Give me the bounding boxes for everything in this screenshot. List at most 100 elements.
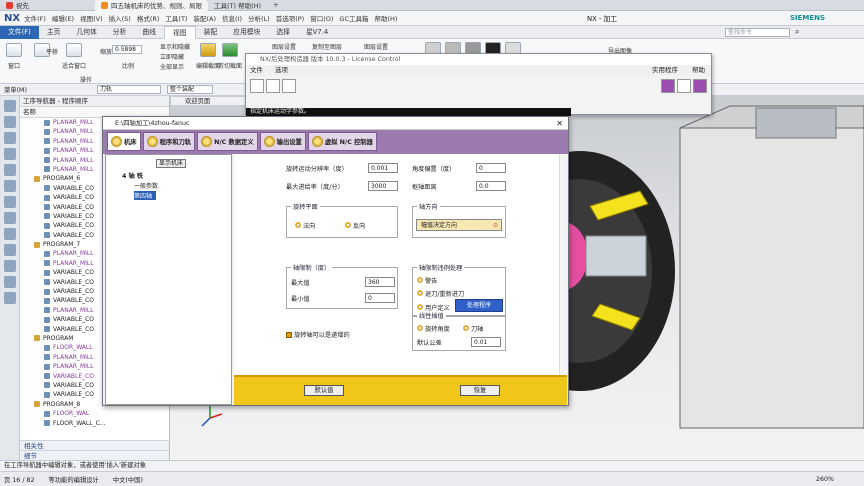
new-tab-button[interactable]: + bbox=[267, 0, 284, 11]
license-menu-help[interactable]: 帮助 bbox=[692, 65, 705, 76]
incremental-checkbox[interactable]: 旋转轴可以是递增的 bbox=[286, 330, 350, 339]
part-icon[interactable] bbox=[4, 116, 16, 128]
ribbon-tab[interactable]: 分析 bbox=[105, 26, 135, 39]
menu-item[interactable]: 装配(A) bbox=[193, 13, 216, 23]
copy-to-layer-button[interactable]: 复制至图层 bbox=[312, 42, 342, 51]
reverse-radio[interactable]: 反向 bbox=[345, 221, 365, 230]
clip-section-icon[interactable] bbox=[222, 43, 238, 57]
ribbon-tab[interactable]: 装配 bbox=[196, 26, 226, 39]
warning-radio[interactable]: 警告 bbox=[417, 276, 437, 285]
ribbon-tab[interactable]: 选择 bbox=[268, 26, 298, 39]
clock-icon[interactable] bbox=[4, 260, 16, 272]
browser-tab[interactable]: 祝先 bbox=[0, 0, 35, 11]
panel-scrollbar[interactable] bbox=[559, 154, 567, 375]
search-icon[interactable]: ⌕ bbox=[795, 27, 799, 37]
menu-item[interactable]: 插入(S) bbox=[109, 13, 131, 23]
limit-min-input[interactable]: 0 bbox=[365, 293, 395, 303]
axis-direction-select[interactable]: 幅值决定方向 ⊙ bbox=[416, 219, 502, 231]
type-filter-select[interactable]: 刀轨 bbox=[96, 85, 161, 94]
ribbon-tab[interactable]: 应用模块 bbox=[225, 26, 268, 39]
menu-item[interactable]: GC工具箱 bbox=[339, 13, 368, 23]
handler-button[interactable]: 处理程序 bbox=[455, 299, 503, 312]
navigator-icon[interactable] bbox=[4, 100, 16, 112]
menu-item[interactable]: 窗口(O) bbox=[310, 13, 333, 23]
assembly-icon[interactable] bbox=[4, 132, 16, 144]
utility-icon[interactable] bbox=[661, 79, 675, 93]
help-icon[interactable] bbox=[677, 79, 691, 93]
palette-icon[interactable] bbox=[4, 276, 16, 288]
ribbon-tab[interactable]: 文件(F) bbox=[0, 25, 39, 39]
ribbon-tab[interactable]: 几何体 bbox=[68, 26, 104, 39]
open-file-icon[interactable] bbox=[266, 79, 280, 93]
scope-select[interactable]: 整个装配 bbox=[166, 85, 213, 94]
library-icon[interactable] bbox=[4, 228, 16, 240]
show-hide-button[interactable]: 显示和隐藏 bbox=[160, 42, 190, 51]
license-menu-file[interactable]: 文件 bbox=[250, 65, 263, 76]
zoom-scale-input[interactable]: 0.5898 bbox=[112, 45, 142, 54]
display-machine-button[interactable]: 显示机床 bbox=[156, 159, 186, 168]
roles-icon[interactable] bbox=[4, 244, 16, 256]
post-tab[interactable]: 程序和刀轨 bbox=[142, 132, 196, 151]
command-search-input[interactable]: 查找命令 bbox=[725, 28, 790, 37]
ribbon-tab[interactable]: 曲线 bbox=[134, 26, 164, 39]
normal-radio[interactable]: 法向 bbox=[295, 221, 315, 230]
navigator-row[interactable]: FLOOR_WAL bbox=[20, 409, 169, 418]
immediate-hide-button[interactable]: 立即隐藏 bbox=[160, 52, 184, 61]
new-file-icon[interactable] bbox=[250, 79, 264, 93]
post-tab[interactable]: 输出设置 bbox=[259, 132, 306, 151]
geometry-icon[interactable] bbox=[4, 180, 16, 192]
angle-offset-input[interactable]: 0 bbox=[476, 163, 506, 173]
ribbon-tab[interactable]: 星V7.4 bbox=[298, 26, 336, 39]
tree-general-params[interactable]: 一般参数 bbox=[134, 181, 231, 190]
method-icon[interactable] bbox=[4, 196, 16, 208]
limit-max-input[interactable]: 360 bbox=[365, 277, 395, 287]
show-all-button[interactable]: 全部显示 bbox=[160, 62, 184, 71]
browser-tab[interactable]: 四五轴机床的优势、规则、局限 bbox=[95, 0, 208, 11]
menu-item[interactable]: 首选项(P) bbox=[276, 13, 305, 23]
tree-root[interactable]: 4 轴 铣 bbox=[122, 171, 231, 180]
details-panel[interactable]: 细节 bbox=[20, 450, 169, 460]
pivot-distance-input[interactable]: 0.0 bbox=[476, 181, 506, 191]
post-tab[interactable]: 虚拟 N/C 控制器 bbox=[307, 132, 377, 151]
manual-icon[interactable] bbox=[693, 79, 707, 93]
rotary-angle-radio[interactable]: 旋转角度 bbox=[417, 324, 450, 333]
ribbon-tab[interactable]: 主页 bbox=[39, 26, 69, 39]
dependencies-panel[interactable]: 相关性 bbox=[20, 440, 169, 450]
edit-section-icon[interactable] bbox=[200, 43, 216, 57]
default-button[interactable]: 默认值 bbox=[304, 385, 344, 396]
zoom-level[interactable]: 260% bbox=[816, 476, 834, 483]
ribbon-tab[interactable]: 视图 bbox=[163, 25, 196, 39]
menu-item[interactable]: 帮助(H) bbox=[374, 13, 397, 23]
license-menu-options[interactable]: 选项 bbox=[275, 65, 288, 76]
menu-item[interactable]: 文件(F) bbox=[24, 13, 46, 23]
web-icon[interactable] bbox=[4, 212, 16, 224]
tree-fourth-axis[interactable]: 第四轴 bbox=[134, 191, 156, 200]
menu-item[interactable]: 分析(L) bbox=[248, 13, 270, 23]
restore-button[interactable]: 恢复 bbox=[460, 385, 500, 396]
window-icon[interactable] bbox=[6, 43, 22, 57]
max-feed-input[interactable]: 3000 bbox=[368, 181, 398, 191]
layer-settings-button[interactable]: 图层设置 bbox=[272, 42, 296, 51]
main-menu-button[interactable]: 菜单(M) bbox=[4, 85, 27, 94]
menu-item[interactable]: 视图(V) bbox=[80, 13, 103, 23]
menu-item[interactable]: 信息(I) bbox=[222, 13, 242, 23]
rotary-resolution-input[interactable]: 0.001 bbox=[368, 163, 398, 173]
tolerance-input[interactable]: 0.01 bbox=[471, 337, 501, 347]
layer-settings-button-2[interactable]: 图层设置 bbox=[364, 42, 388, 51]
tool-axis-radio[interactable]: 刀轴 bbox=[463, 324, 483, 333]
retract-reengage-radio[interactable]: 退刀/重新进刀 bbox=[417, 289, 464, 298]
close-icon[interactable]: ✕ bbox=[556, 117, 563, 130]
license-menu-utilities[interactable]: 实用程序 bbox=[652, 65, 678, 76]
post-tab[interactable]: 机床 bbox=[107, 132, 141, 151]
fit-window-icon[interactable] bbox=[66, 43, 82, 57]
machine-tool-icon[interactable] bbox=[4, 164, 16, 176]
menu-item[interactable]: 编辑(E) bbox=[52, 13, 74, 23]
save-icon[interactable] bbox=[282, 79, 296, 93]
menu-item[interactable]: 工具(T) bbox=[165, 13, 187, 23]
post-tab[interactable]: N/C 数据定义 bbox=[197, 132, 258, 151]
navigator-row[interactable]: FLOOR_WALL_C... bbox=[20, 419, 169, 428]
history-icon[interactable] bbox=[4, 148, 16, 160]
menu-item[interactable]: 格式(R) bbox=[137, 13, 160, 23]
browser-tab[interactable]: 工具(T) 帮助(H) bbox=[208, 0, 267, 11]
system-icon[interactable] bbox=[4, 292, 16, 304]
